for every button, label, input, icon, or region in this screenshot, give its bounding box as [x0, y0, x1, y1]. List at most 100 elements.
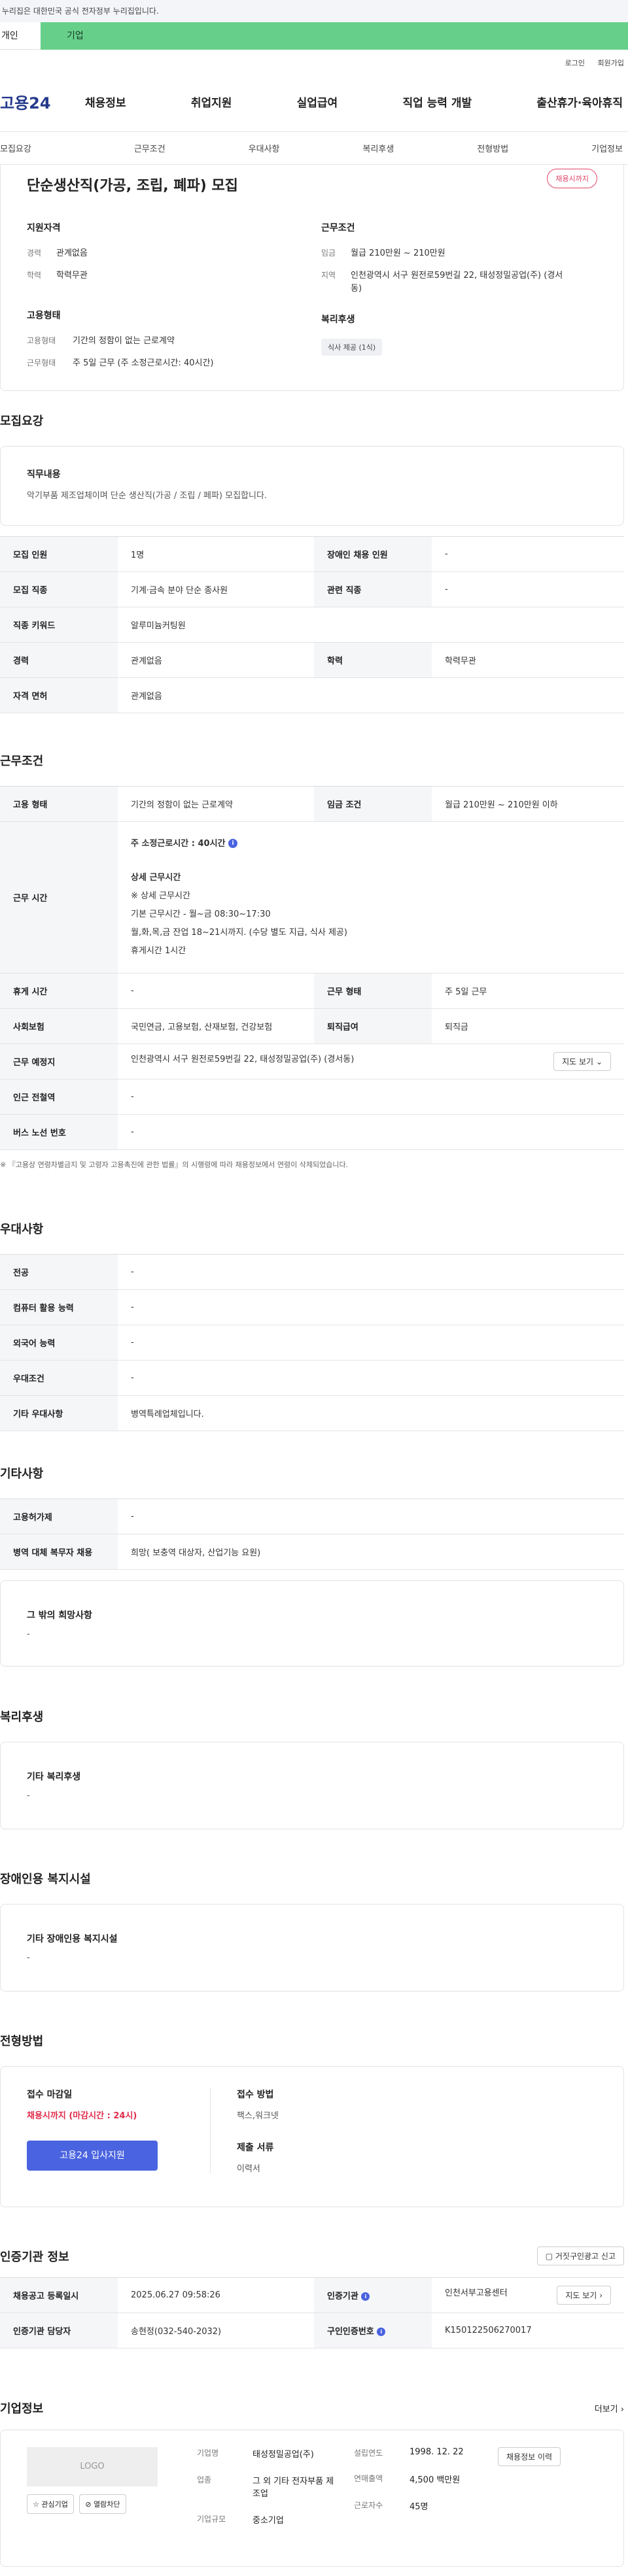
cell-label: 인근 전철역 [0, 1079, 118, 1115]
cell-value: 알루미늄커팅원 [118, 607, 624, 643]
table-row: 휴게 시간 - 근무 형태 주 5일 근무 [0, 973, 624, 1009]
gnb-item-jobs[interactable]: 채용정보 [85, 93, 126, 110]
welfare-value: - [27, 1791, 30, 1801]
cell-value: - [432, 571, 624, 607]
tab-person[interactable]: 개인 [0, 22, 41, 50]
welfare-title: 복리후생 [0, 1710, 44, 1724]
agency-map-label: 지도 보기 [565, 2291, 597, 2300]
map-button[interactable]: 지도 보기 ⌄ [553, 1052, 611, 1071]
report-button-label: 거짓구인광고 신고 [555, 2252, 616, 2261]
hours-line: 휴게시간 1시간 [131, 945, 186, 956]
table-row: 근무 예정지 인천광역시 서구 원전로59번길 22, 태성정밀공업(주) (경서… [0, 1043, 624, 1079]
disabled-title: 장애인용 복지시설 [0, 1873, 91, 1886]
table-row: 인증기관 담당자 송현정(032-540-2032) 구인인증번호 i K150122… [0, 2313, 624, 2348]
docs-value: 이력서 [237, 2164, 260, 2174]
screening-box: 접수 마감일 채용시까지 (마감시간 : 24시) 고용24 입사지원 접수 방… [0, 2066, 624, 2207]
report-icon: ▢ [545, 2252, 553, 2261]
welfare-chip: 식사 제공 (1식) [321, 339, 383, 356]
table-row: 고용 형태 기간의 정함이 없는 근로계약 임금 조건 월급 210만원 ~ 210만… [0, 786, 624, 822]
cell-value: 월급 210만원 ~ 210만원 이하 [432, 786, 624, 822]
other-wish-box: 그 밖의 희망사항 - [0, 1580, 624, 1667]
gnb-item-training[interactable]: 직업 능력 개발 [402, 93, 472, 110]
cell-value: 1명 [118, 536, 314, 572]
star-icon: ☆ [33, 2500, 39, 2509]
report-button[interactable]: ▢ 거짓구인광고 신고 [536, 2246, 624, 2265]
career-label: 경력 [27, 248, 42, 258]
gnb-item-employment-support[interactable]: 취업지원 [191, 93, 232, 110]
more-link-label: 더보기 [594, 2404, 618, 2415]
gnb-item-parental-leave[interactable]: 출산휴가·육아휴직 [536, 93, 623, 110]
subnav-screening[interactable]: 전형방법 [477, 142, 508, 154]
hours-line: ※ 상세 근무시간 [131, 890, 190, 901]
cell-label: 퇴직급여 [314, 1008, 432, 1044]
table-row: 버스 노선 번호 - [0, 1114, 624, 1150]
agency-map-button[interactable]: 지도 보기 › [557, 2286, 611, 2305]
subnav-pref[interactable]: 우대사항 [249, 142, 280, 154]
method-label: 접수 방법 [237, 2090, 274, 2100]
site-logo[interactable]: 고용24 [0, 90, 85, 113]
qual-heading: 지원자격 [27, 223, 61, 233]
hours-line: 기본 근무시간 - 월~금 08:30~17:30 [131, 909, 271, 919]
cell-label: 근무 예정지 [0, 1043, 118, 1079]
member-type-tabs: 개인 기업 [0, 22, 628, 50]
history-button[interactable]: 채용정보 이력 [498, 2447, 561, 2466]
table-row: 외국어 능력 - [0, 1325, 624, 1361]
cell-value: - [118, 1079, 624, 1115]
join-link[interactable]: 회원가입 [598, 59, 624, 67]
welfare-heading: 복리후생 [321, 314, 355, 325]
duty-text: 악기부품 제조업체이며 단순 생산직(가공 / 조립 / 페파) 모집합니다. [27, 491, 268, 501]
cell-label: 전공 [0, 1254, 118, 1290]
other-wish-label: 그 밖의 희망사항 [27, 1610, 92, 1621]
more-link[interactable]: 더보기 › [595, 2402, 624, 2415]
table-row: 근무 시간 주 소정근로시간 : 40시간 i 상세 근무시간 ※ 상세 근무시… [0, 821, 624, 974]
apply-button[interactable]: 고용24 입사지원 [27, 2141, 158, 2171]
company-logo: LOGO [27, 2447, 158, 2486]
cell-value: 퇴직금 [432, 1008, 624, 1044]
info-icon[interactable]: i [361, 2292, 370, 2301]
place-value: 인천광역시 서구 원전로59번길 22, 태성정밀공업(주) (경서동) [131, 1055, 355, 1064]
block-button[interactable]: ⊘ 열람차단 [79, 2494, 126, 2514]
section-subnav: 모집요강 근무조건 우대사항 복리후생 전형방법 기업정보 [0, 132, 628, 165]
company-name-label: 기업명 [197, 2449, 219, 2458]
cell-label: 채용공고 등록일시 [0, 2277, 118, 2313]
cell-label: 휴게 시간 [0, 973, 118, 1009]
chevron-right-icon: › [599, 2291, 602, 2300]
company-biz-value: 그 외 기타 전자부품 제조업 [253, 2477, 334, 2499]
info-icon[interactable]: i [228, 839, 238, 848]
method-value: 팩스,워크넷 [237, 2111, 279, 2121]
table-row: 자격 면허 관계없음 [0, 677, 624, 713]
subnav-work[interactable]: 근무조건 [134, 142, 166, 154]
subnav-company[interactable]: 기업정보 [591, 142, 623, 154]
disabled-section: 장애인용 복지시설 기타 장애인용 복지시설 - [0, 1870, 628, 1991]
subnav-recruit[interactable]: 모집요강 [0, 142, 31, 154]
agency-org-value: 인천서부고용센터 [445, 2288, 508, 2298]
util-links: 로그인 회원가입 [0, 50, 628, 72]
table-row: 기타 우대사항 병역특례업체입니다. [0, 1395, 624, 1431]
cell-label: 인증기관 [327, 2292, 358, 2301]
gnb-item-unemployment-benefit[interactable]: 실업급여 [297, 93, 338, 110]
welfare-box: 기타 복리후생 - [0, 1742, 624, 1829]
work-type-value: 주 5일 근무 (주 소정근로시간: 40시간) [73, 358, 214, 368]
favorite-label: 관심기업 [41, 2500, 68, 2509]
screening-section: 전형방법 접수 마감일 채용시까지 (마감시간 : 24시) 고용24 입사지원… [0, 2032, 628, 2207]
duty-label: 직무내용 [27, 469, 61, 480]
agency-title: 인증기관 정보 [0, 2250, 69, 2264]
cell-label: 자격 면허 [0, 677, 118, 713]
recruit-section: 모집요강 직무내용 악기부품 제조업체이며 단순 생산직(가공 / 조립 / 페… [0, 412, 628, 713]
cell-label: 장애인 채용 인원 [314, 536, 432, 572]
table-row: 채용공고 등록일시 2025.06.27 09:58:26 인증기관 i 인천서부고용… [0, 2277, 624, 2313]
edu-label: 학력 [27, 271, 42, 280]
login-link[interactable]: 로그인 [565, 59, 585, 67]
tab-company[interactable]: 기업 [41, 22, 628, 50]
block-label: 열람차단 [94, 2500, 120, 2509]
cell-value: 관계없음 [118, 677, 624, 713]
cell-label: 경력 [0, 642, 118, 678]
table-row: 우대조건 - [0, 1360, 624, 1396]
deadline-badge: 채용시까지 [547, 169, 597, 188]
favorite-button[interactable]: ☆ 관심기업 [27, 2494, 74, 2514]
cell-label: 모집 인원 [0, 536, 118, 572]
info-icon[interactable]: i [377, 2328, 386, 2336]
company-biz-label: 업종 [197, 2475, 212, 2484]
cell-label: 외국어 능력 [0, 1325, 118, 1361]
subnav-welfare[interactable]: 복리후생 [362, 142, 394, 154]
